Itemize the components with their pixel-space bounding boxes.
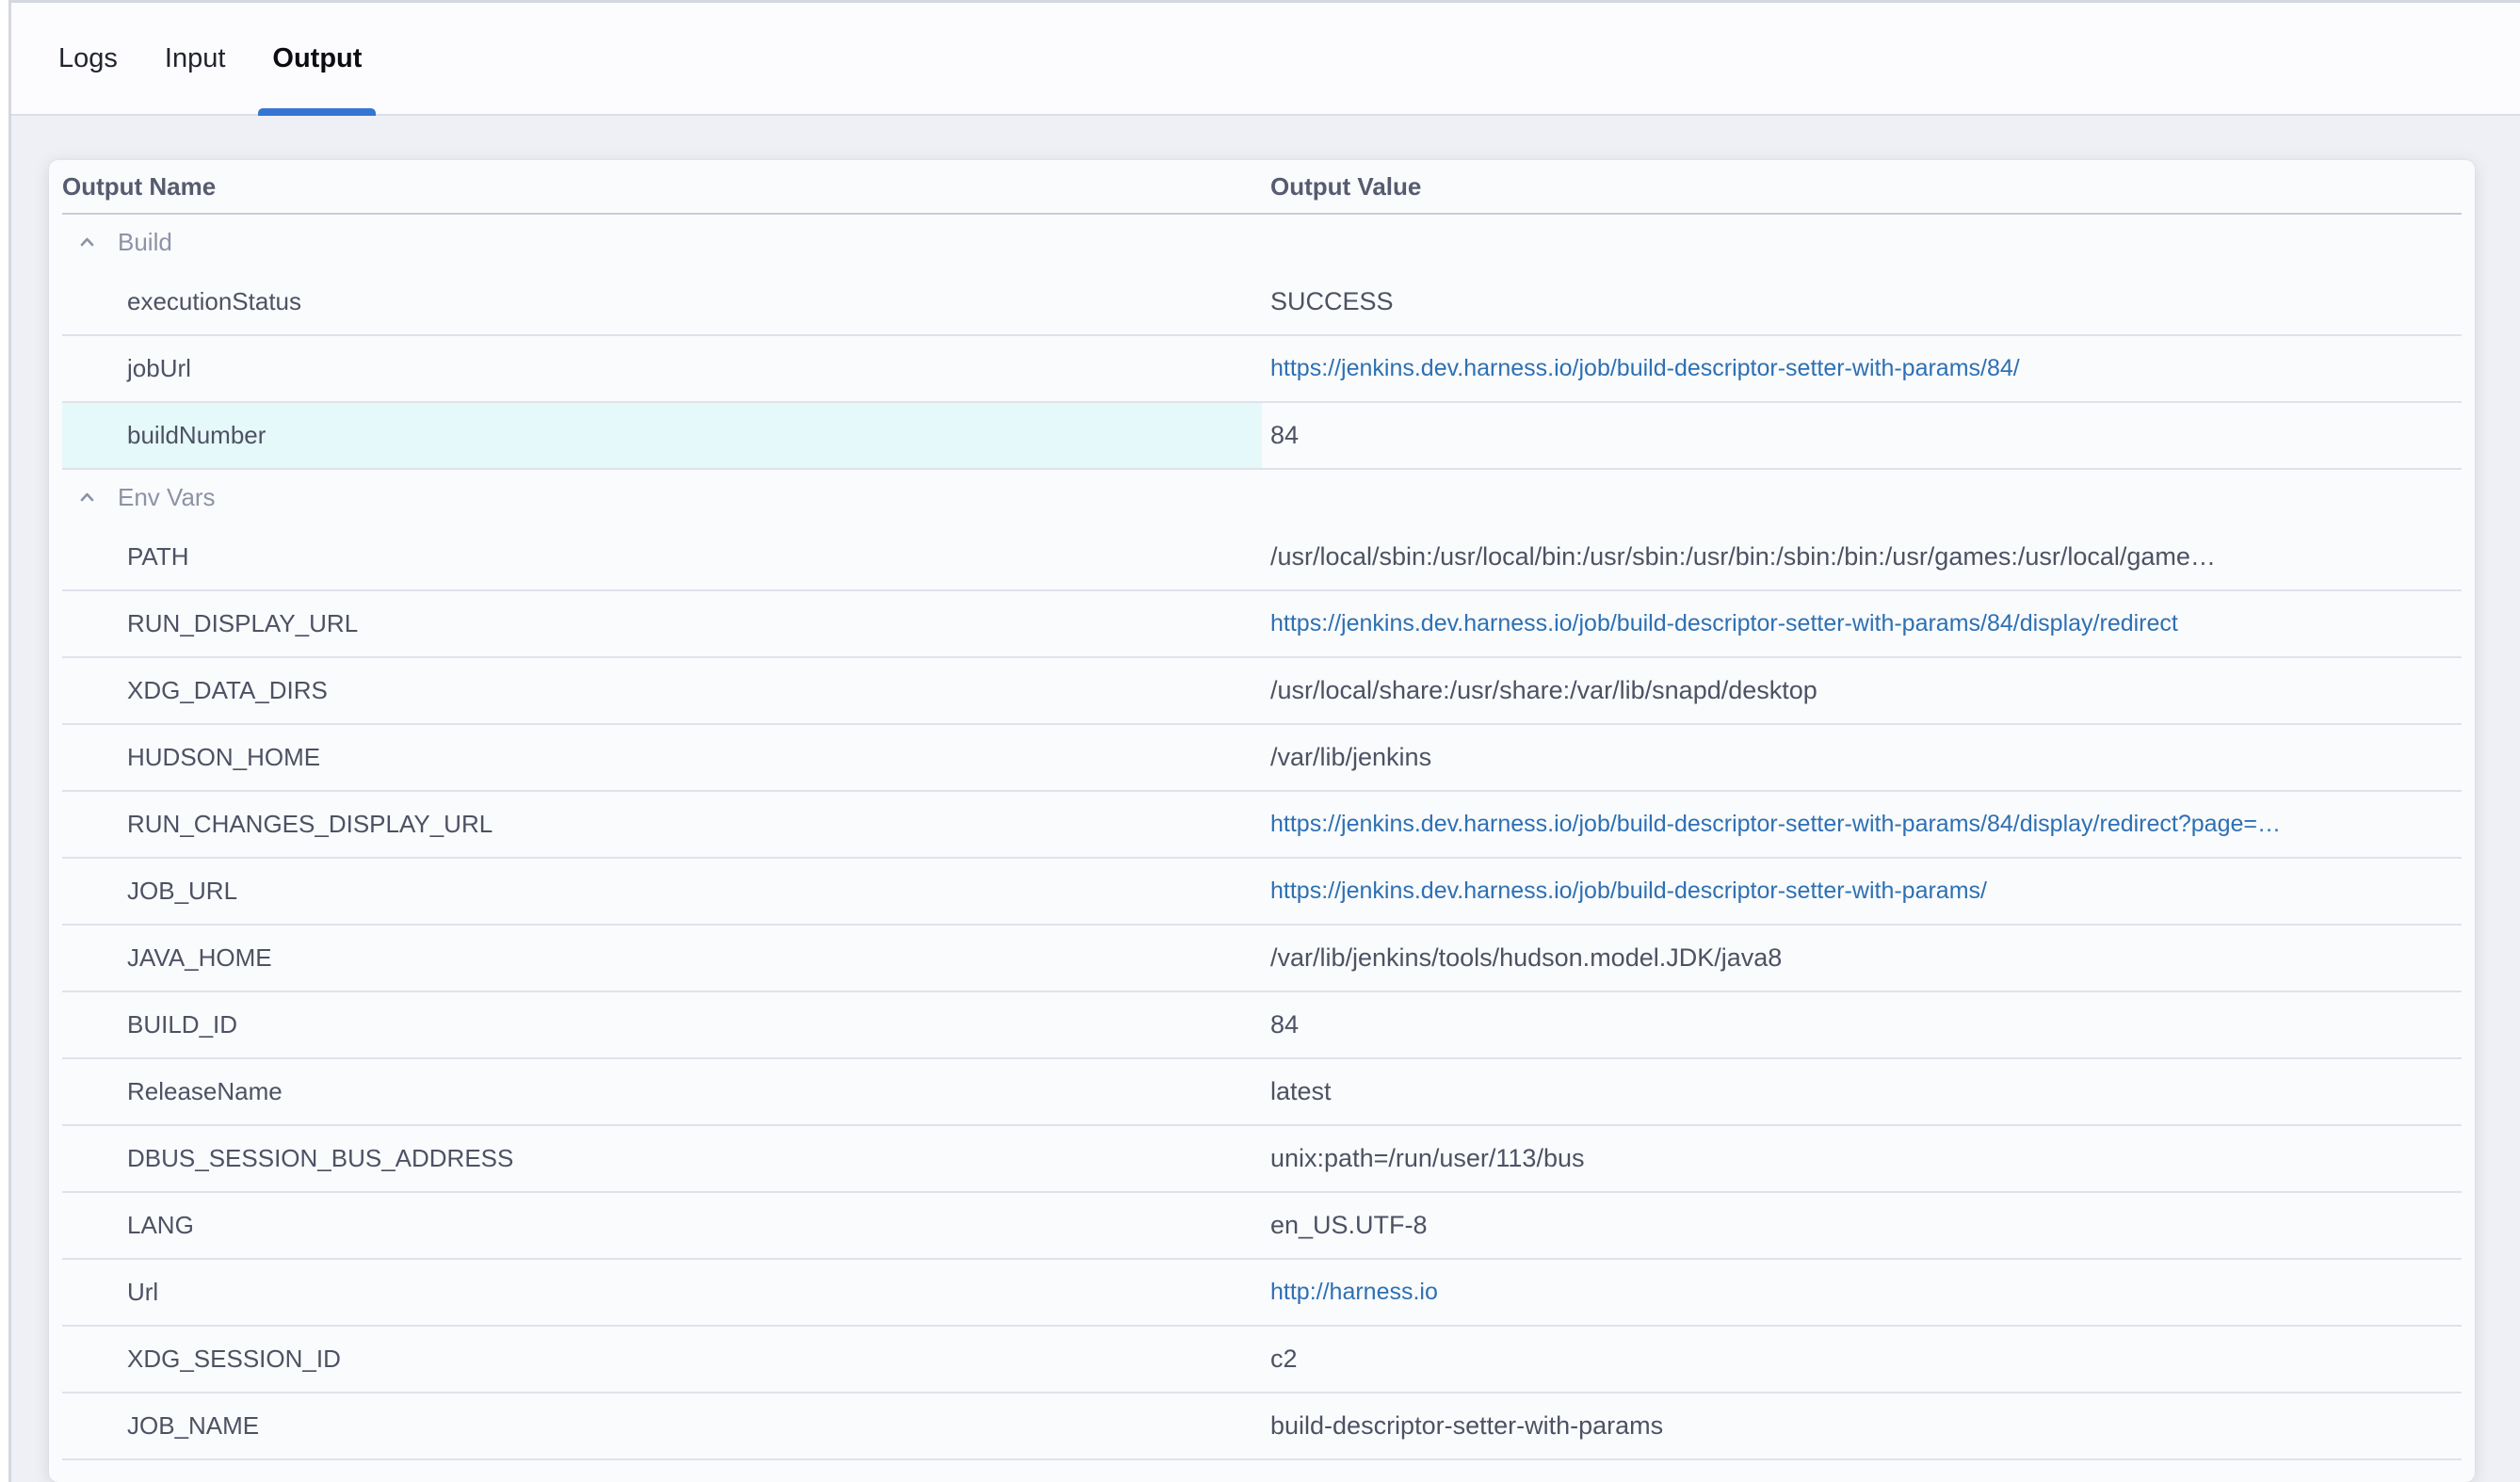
output-name-cell: DBUS_SESSION_BUS_ADDRESS — [62, 1126, 1262, 1191]
column-header-output-name: Output Name — [62, 172, 1262, 201]
output-name-cell: RUN_DISPLAY_URL — [62, 591, 1262, 656]
table-row[interactable]: RUN_DISPLAY_URL https://jenkins.dev.harn… — [62, 591, 2462, 658]
output-value-cell: /var/lib/jenkins — [1262, 725, 2462, 790]
chevron-up-icon — [77, 233, 97, 252]
output-name-cell: JAVA_HOME — [62, 926, 1262, 991]
output-value-cell: SUCCESS — [1262, 269, 2462, 334]
output-tab-content: Output Name Output Value Build execution… — [11, 116, 2520, 1482]
table-row[interactable]: jobUrl https://jenkins.dev.harness.io/jo… — [62, 336, 2462, 403]
tab-logs[interactable]: Logs — [44, 3, 132, 114]
tab-output[interactable]: Output — [258, 3, 376, 114]
group-label: Env Vars — [118, 483, 216, 512]
chevron-up-icon — [77, 488, 97, 507]
output-value-text: /var/lib/jenkins/tools/hudson.model.JDK/… — [1270, 943, 1782, 973]
output-value-cell: /var/lib/jenkins/tools/hudson.model.JDK/… — [1262, 926, 2462, 991]
table-body: Build executionStatus SUCCESS jobUrl htt… — [62, 215, 2462, 1460]
output-value-cell: 84 — [1262, 992, 2462, 1057]
output-name-cell: Url — [62, 1260, 1262, 1325]
output-value-cell: https://jenkins.dev.harness.io/job/build… — [1262, 336, 2462, 401]
output-value-cell: http://harness.io — [1262, 1260, 2462, 1325]
output-name-cell: PATH — [62, 524, 1262, 589]
output-value-link[interactable]: https://jenkins.dev.harness.io/job/build… — [1270, 610, 2178, 637]
output-value-text: /var/lib/jenkins — [1270, 743, 1431, 772]
output-name-cell: LANG — [62, 1193, 1262, 1258]
output-name-cell: buildNumber — [62, 403, 1262, 468]
group-row[interactable]: Build — [62, 215, 2462, 269]
output-value-cell: c2 — [1262, 1327, 2462, 1392]
output-value-text: SUCCESS — [1270, 287, 1394, 316]
output-name-cell: executionStatus — [62, 269, 1262, 334]
output-value-cell: /usr/local/sbin:/usr/local/bin:/usr/sbin… — [1262, 524, 2462, 589]
output-name-cell: JOB_URL — [62, 859, 1262, 924]
output-value-cell: https://jenkins.dev.harness.io/job/build… — [1262, 859, 2462, 924]
table-row[interactable]: JOB_URL https://jenkins.dev.harness.io/j… — [62, 859, 2462, 926]
tab-input-label: Input — [165, 43, 226, 74]
output-name-cell: XDG_SESSION_ID — [62, 1327, 1262, 1392]
output-value-cell: latest — [1262, 1059, 2462, 1124]
output-table-card: Output Name Output Value Build execution… — [49, 160, 2475, 1482]
table-row[interactable]: XDG_DATA_DIRS /usr/local/share:/usr/shar… — [62, 658, 2462, 725]
output-value-text: c2 — [1270, 1345, 1298, 1374]
output-value-text: en_US.UTF-8 — [1270, 1211, 1428, 1240]
output-value-link[interactable]: https://jenkins.dev.harness.io/job/build… — [1270, 878, 1987, 905]
output-value-cell: https://jenkins.dev.harness.io/job/build… — [1262, 591, 2462, 656]
table-row[interactable]: DBUS_SESSION_BUS_ADDRESS unix:path=/run/… — [62, 1126, 2462, 1193]
table-row[interactable]: PATH /usr/local/sbin:/usr/local/bin:/usr… — [62, 524, 2462, 591]
output-name-cell: JOB_NAME — [62, 1393, 1262, 1458]
table-row[interactable]: XDG_SESSION_ID c2 — [62, 1327, 2462, 1393]
tab-output-label: Output — [272, 43, 362, 74]
output-value-cell: https://jenkins.dev.harness.io/job/build… — [1262, 792, 2462, 857]
active-tab-underline — [258, 108, 376, 116]
output-name-cell: HUDSON_HOME — [62, 725, 1262, 790]
output-value-link[interactable]: https://jenkins.dev.harness.io/job/build… — [1270, 811, 2281, 838]
output-value-text: /usr/local/sbin:/usr/local/bin:/usr/sbin… — [1270, 542, 2216, 572]
output-value-text: latest — [1270, 1077, 1332, 1106]
output-value-cell: build-descriptor-setter-with-params — [1262, 1393, 2462, 1458]
table-row[interactable]: LANG en_US.UTF-8 — [62, 1193, 2462, 1260]
table-row[interactable]: buildNumber 84 — [62, 403, 2462, 470]
group-label: Build — [118, 228, 172, 257]
output-name-cell: XDG_DATA_DIRS — [62, 658, 1262, 723]
group-row[interactable]: Env Vars — [62, 470, 2462, 524]
output-value-text: build-descriptor-setter-with-params — [1270, 1411, 1663, 1441]
table-row[interactable]: BUILD_ID 84 — [62, 992, 2462, 1059]
output-name-cell: ReleaseName — [62, 1059, 1262, 1124]
output-value-link[interactable]: http://harness.io — [1270, 1279, 1438, 1306]
tab-input[interactable]: Input — [151, 3, 240, 114]
table-header: Output Name Output Value — [62, 160, 2462, 215]
table-row[interactable]: JOB_NAME build-descriptor-setter-with-pa… — [62, 1393, 2462, 1460]
output-value-text: 84 — [1270, 1010, 1299, 1039]
output-value-text: 84 — [1270, 421, 1299, 450]
table-row[interactable]: Url http://harness.io — [62, 1260, 2462, 1327]
table-row[interactable]: executionStatus SUCCESS — [62, 269, 2462, 336]
table-row[interactable]: RUN_CHANGES_DISPLAY_URL https://jenkins.… — [62, 792, 2462, 859]
table-row[interactable]: JAVA_HOME /var/lib/jenkins/tools/hudson.… — [62, 926, 2462, 992]
output-name-cell: BUILD_ID — [62, 992, 1262, 1057]
output-value-cell: 84 — [1262, 403, 2462, 468]
output-name-cell: jobUrl — [62, 336, 1262, 401]
table-row[interactable]: HUDSON_HOME /var/lib/jenkins — [62, 725, 2462, 792]
table-row[interactable]: ReleaseName latest — [62, 1059, 2462, 1126]
step-details-pane: Logs Input Output Output Name Output Val… — [8, 0, 2520, 1482]
output-value-cell: /usr/local/share:/usr/share:/var/lib/sna… — [1262, 658, 2462, 723]
output-value-cell: en_US.UTF-8 — [1262, 1193, 2462, 1258]
column-header-output-value: Output Value — [1262, 172, 2462, 201]
tab-logs-label: Logs — [58, 43, 118, 74]
output-value-link[interactable]: https://jenkins.dev.harness.io/job/build… — [1270, 355, 2020, 382]
output-value-text: unix:path=/run/user/113/bus — [1270, 1144, 1584, 1173]
output-name-cell: RUN_CHANGES_DISPLAY_URL — [62, 792, 1262, 857]
output-value-cell: unix:path=/run/user/113/bus — [1262, 1126, 2462, 1191]
tab-bar: Logs Input Output — [11, 3, 2520, 116]
output-value-text: /usr/local/share:/usr/share:/var/lib/sna… — [1270, 676, 1817, 705]
